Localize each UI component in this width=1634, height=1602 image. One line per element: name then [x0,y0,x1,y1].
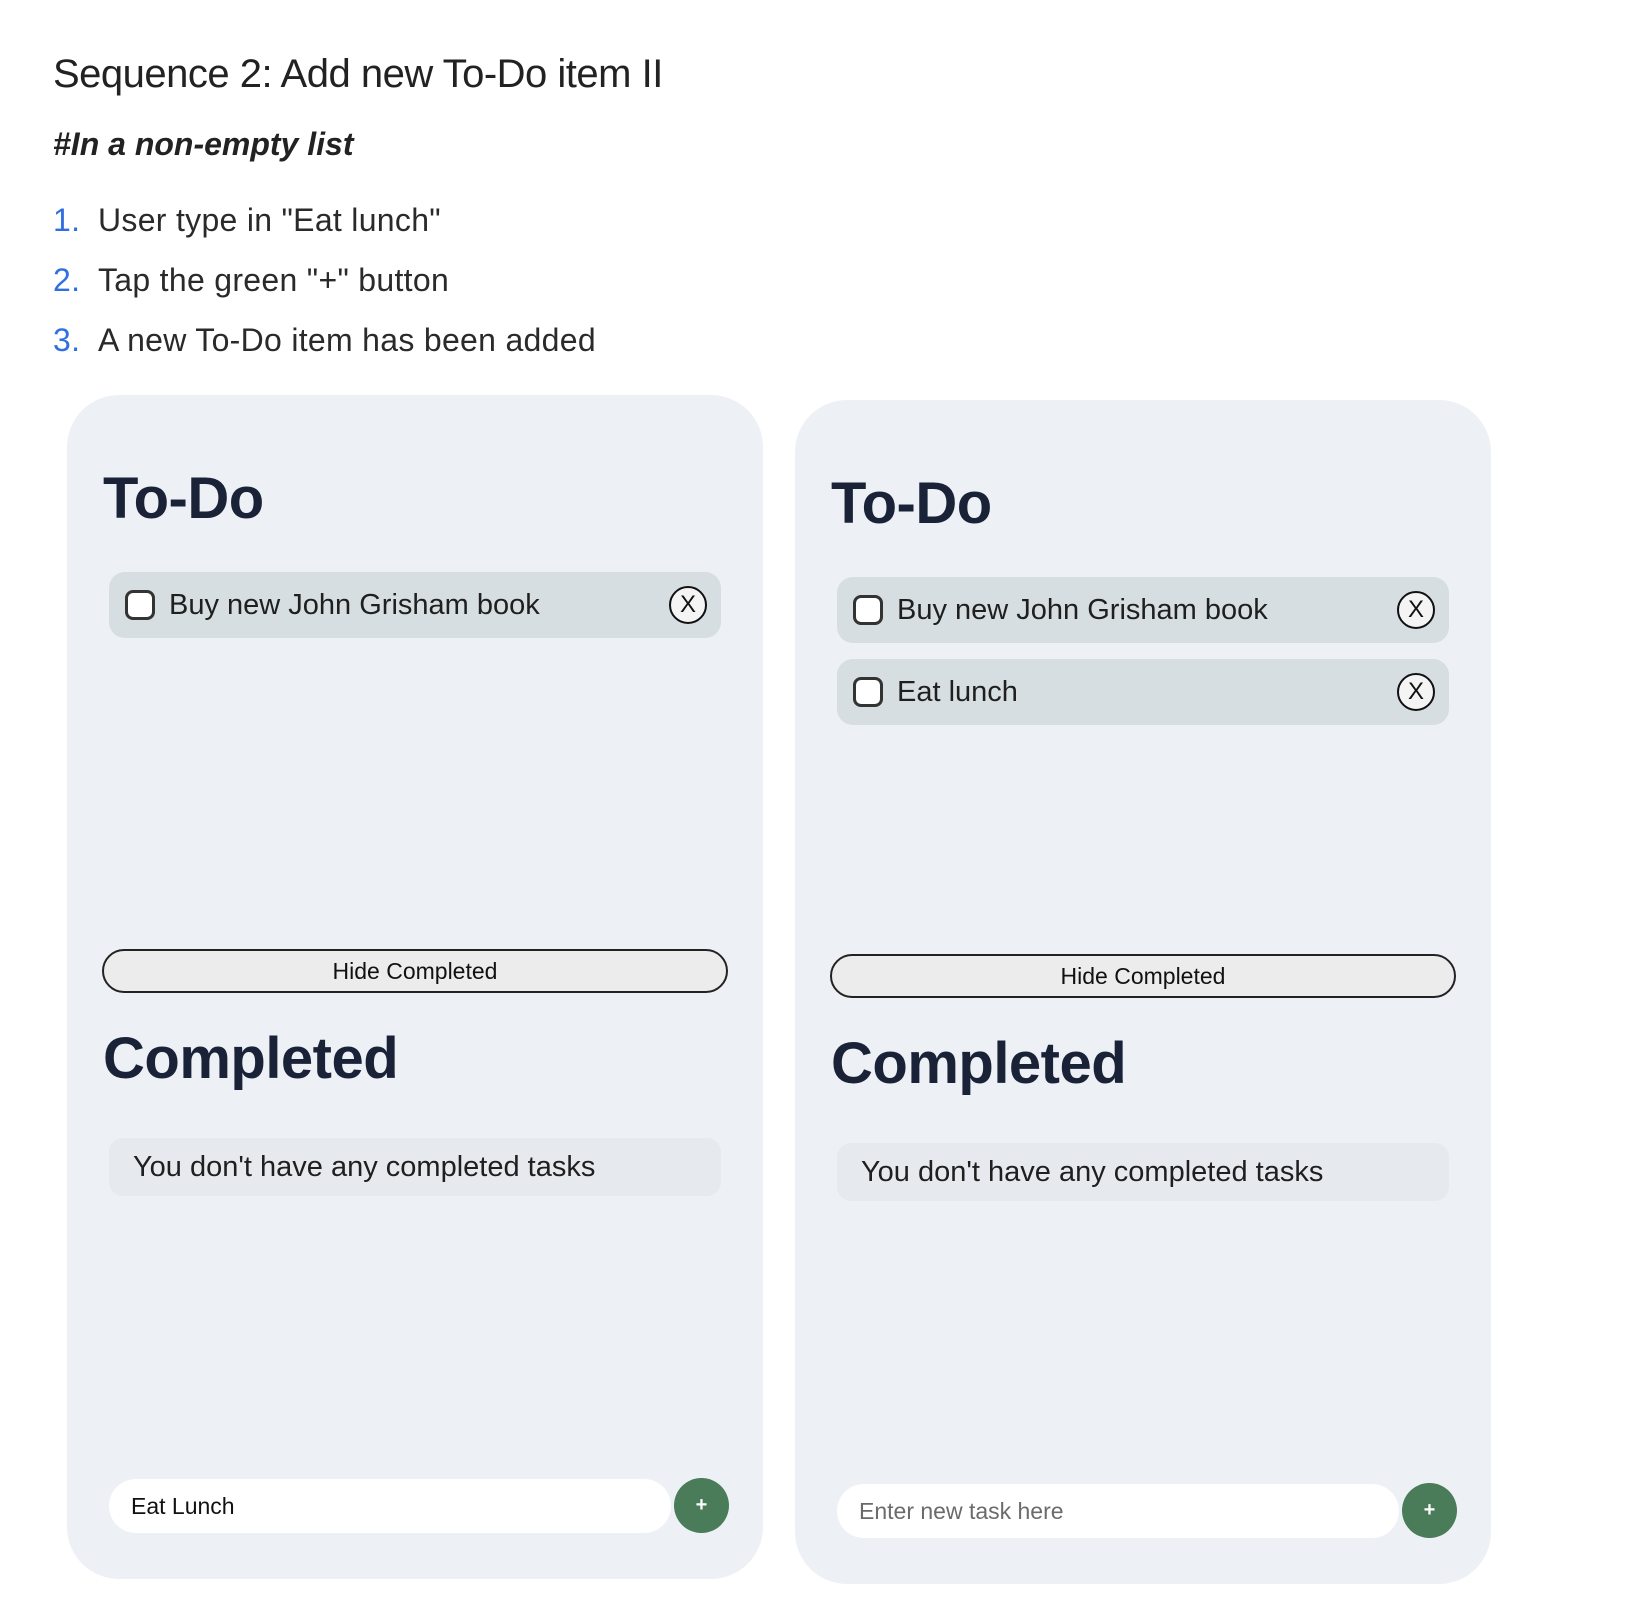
task-item: Eat lunch X [837,659,1449,725]
task-label: Eat lunch [897,675,1018,708]
step-number: 3. [53,321,81,358]
list-item: 1. User type in "Eat lunch" [53,190,596,250]
completed-heading: Completed [103,1026,399,1091]
todo-heading: To-Do [831,471,992,536]
task-checkbox[interactable] [125,590,155,620]
doc-subtitle: #In a non-empty list [53,126,354,162]
step-text: User type in "Eat lunch" [98,201,441,238]
step-number: 2. [53,261,81,298]
new-task-input[interactable] [109,1479,671,1533]
empty-message-text: You don't have any completed tasks [133,1150,596,1183]
task-checkbox[interactable] [853,677,883,707]
doc-title: Sequence 2: Add new To-Do item II [53,52,663,96]
task-item: Buy new John Grisham book X [109,572,721,638]
list-item: 2. Tap the green "+" button [53,250,596,310]
task-label: Buy new John Grisham book [169,588,540,621]
todo-heading: To-Do [103,466,264,531]
new-task-input[interactable] [837,1484,1399,1538]
delete-task-button[interactable]: X [1397,673,1435,711]
hide-completed-button[interactable]: Hide Completed [102,949,728,993]
hide-completed-button[interactable]: Hide Completed [830,954,1456,998]
empty-completed-message: You don't have any completed tasks [109,1138,721,1196]
delete-task-button[interactable]: X [669,586,707,624]
task-item: Buy new John Grisham book X [837,577,1449,643]
todo-app-before: To-Do Buy new John Grisham book X Hide C… [67,395,763,1579]
list-item: 3. A new To-Do item has been added [53,310,596,370]
delete-task-button[interactable]: X [1397,591,1435,629]
steps-list: 1. User type in "Eat lunch" 2. Tap the g… [53,190,596,370]
completed-heading: Completed [831,1031,1127,1096]
task-checkbox[interactable] [853,595,883,625]
empty-message-text: You don't have any completed tasks [861,1155,1324,1188]
step-text: Tap the green "+" button [98,261,450,298]
add-task-button[interactable]: + [674,1478,729,1533]
empty-completed-message: You don't have any completed tasks [837,1143,1449,1201]
task-label: Buy new John Grisham book [897,593,1268,626]
todo-app-after: To-Do Buy new John Grisham book X Eat lu… [795,400,1491,1584]
add-task-button[interactable]: + [1402,1483,1457,1538]
step-number: 1. [53,201,81,238]
step-text: A new To-Do item has been added [98,321,596,358]
